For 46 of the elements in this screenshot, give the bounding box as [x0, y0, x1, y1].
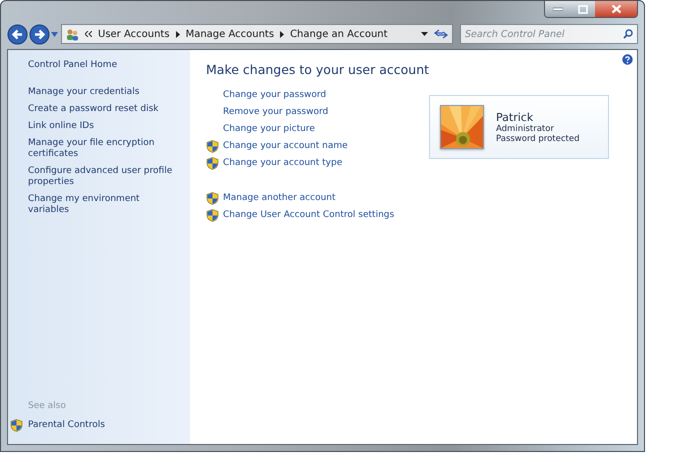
see-also-heading: See also — [28, 401, 67, 411]
shield-icon — [206, 156, 219, 170]
sidebar-link[interactable]: Manage your file encryption certificates — [28, 138, 178, 160]
sidebar-link[interactable]: Manage your credentials — [28, 87, 178, 98]
search-field[interactable]: Search Control Panel — [465, 28, 623, 40]
back-button[interactable] — [7, 24, 28, 44]
page-title: Make changes to your user account — [206, 62, 430, 77]
minimize-button[interactable] — [545, 1, 571, 17]
breadcrumb[interactable]: Change an Account — [290, 28, 388, 40]
search-icon[interactable] — [623, 29, 633, 39]
address-bar[interactable]: User Accounts Manage Accounts Change an Account — [61, 24, 453, 44]
shield-icon — [10, 419, 23, 432]
sidebar-link[interactable]: Change my environment variables — [28, 194, 178, 216]
breadcrumb[interactable]: User Accounts — [98, 28, 170, 40]
refresh-icon[interactable] — [434, 28, 448, 40]
task-link[interactable]: Change your picture — [223, 124, 315, 134]
help-icon[interactable] — [622, 54, 633, 65]
task-link[interactable]: Manage another account — [223, 193, 336, 203]
account-name: Patrick — [496, 110, 534, 124]
task-link[interactable]: Change User Account Control settings — [223, 210, 394, 220]
account-role: Administrator — [496, 124, 555, 134]
sidebar-link[interactable]: Configure advanced user profile properties — [28, 166, 178, 188]
breadcrumb[interactable]: Manage Accounts — [186, 28, 274, 40]
forward-button[interactable] — [29, 24, 50, 44]
sidebar-link[interactable]: Parental Controls — [28, 420, 105, 431]
minimize-icon — [553, 7, 563, 11]
search-box[interactable]: Search Control Panel — [460, 24, 638, 44]
sidebar-link[interactable]: Create a password reset disk — [28, 104, 178, 115]
arrow-icon[interactable] — [176, 30, 180, 38]
dropdown-icon[interactable] — [421, 32, 428, 36]
arrow-icon[interactable] — [280, 30, 284, 38]
chevron-icon — [85, 31, 92, 37]
task-link[interactable]: Change your account type — [223, 158, 342, 168]
account-status: Password protected — [496, 134, 580, 144]
shield-icon — [206, 208, 219, 222]
users-icon — [66, 28, 79, 40]
sidebar-link[interactable]: Link online IDs — [28, 121, 178, 132]
sidebar-link[interactable]: Control Panel Home — [28, 60, 178, 71]
close-icon — [610, 4, 622, 14]
task-link[interactable]: Change your password — [223, 90, 326, 100]
shield-icon — [206, 192, 219, 204]
task-link[interactable]: Change your account name — [223, 141, 348, 151]
shield-icon — [206, 140, 219, 152]
task-link[interactable]: Remove your password — [223, 107, 328, 117]
close-button[interactable] — [595, 1, 637, 17]
maximize-icon — [578, 4, 588, 14]
